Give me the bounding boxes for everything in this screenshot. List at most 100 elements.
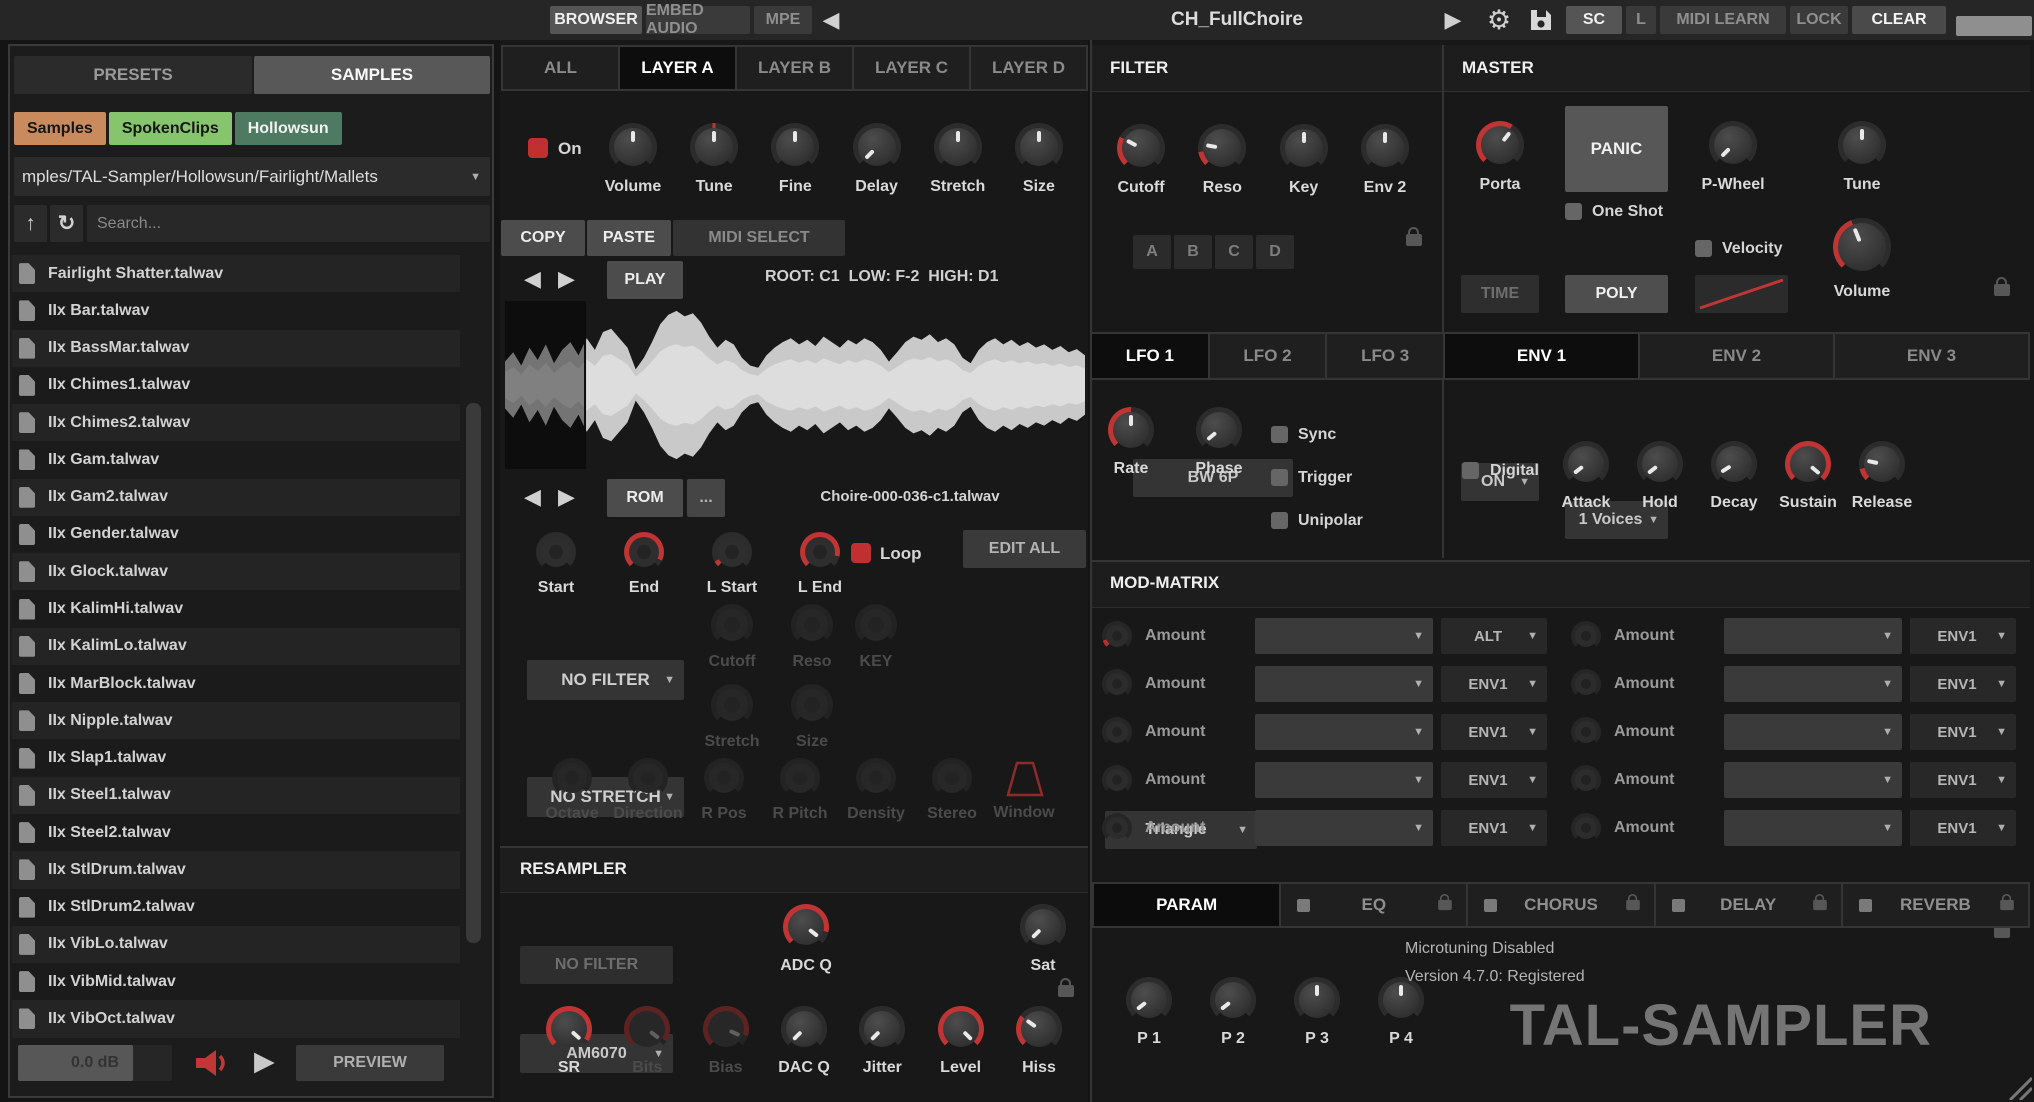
speaker-icon[interactable]	[194, 1048, 230, 1078]
path-dropdown[interactable]: mples/TAL-Sampler/Hollowsun/Fairlight/Ma…	[14, 157, 490, 196]
waveform[interactable]	[505, 300, 1085, 470]
mod-source-dropdown[interactable]: ALT	[1441, 618, 1547, 654]
fx-tab[interactable]: DELAY	[1655, 884, 1843, 926]
save-icon[interactable]	[1528, 8, 1554, 32]
mod-amount-knob[interactable]	[1102, 669, 1132, 699]
mod-source-dropdown[interactable]: ENV1	[1441, 810, 1547, 846]
list-item[interactable]: IIx Nipple.talwav	[12, 702, 460, 740]
fx-enable-checkbox[interactable]	[1484, 898, 1498, 912]
fx-enable-checkbox[interactable]	[1297, 898, 1311, 912]
browse-sample-button[interactable]: ...	[687, 479, 725, 517]
list-item[interactable]: IIx Glock.talwav	[12, 553, 460, 591]
knob-l-end[interactable]: L End	[787, 532, 853, 597]
midi-learn-button[interactable]: MIDI LEARN	[1660, 6, 1786, 34]
mod-amount-knob[interactable]	[1571, 813, 1601, 843]
search-input[interactable]	[87, 205, 490, 242]
lfo-tab[interactable]: LFO 2	[1209, 334, 1328, 378]
mod-destination-dropdown[interactable]	[1724, 618, 1902, 654]
fx-tab[interactable]: PARAM	[1094, 884, 1282, 926]
prev-sample-icon[interactable]	[524, 486, 541, 508]
knob-cutoff[interactable]: Cutoff	[1108, 124, 1174, 197]
knob-phase[interactable]: Phase	[1184, 407, 1254, 478]
knob-p-2[interactable]: P 2	[1203, 977, 1263, 1048]
knob-hiss[interactable]: Hiss	[1009, 1006, 1069, 1077]
trigger-checkbox[interactable]	[1271, 469, 1288, 486]
knob-l-start[interactable]: L Start	[699, 532, 765, 597]
time-button[interactable]: TIME	[1461, 275, 1539, 313]
settings-gear-icon[interactable]	[1482, 5, 1516, 35]
previous-preset-icon[interactable]	[816, 8, 846, 32]
lock-button[interactable]: LOCK	[1790, 6, 1848, 34]
layer-tab[interactable]: LAYER A	[620, 47, 737, 89]
mod-destination-dropdown[interactable]	[1255, 666, 1433, 702]
mod-source-dropdown[interactable]: ENV1	[1910, 810, 2016, 846]
mod-amount-knob[interactable]	[1571, 621, 1601, 651]
knob-env-2[interactable]: Env 2	[1352, 124, 1418, 197]
copy-button[interactable]: COPY	[501, 220, 585, 256]
knob-size[interactable]: Size	[1002, 123, 1076, 196]
loop-checkbox[interactable]	[851, 543, 871, 563]
knob-sat[interactable]: Sat	[1011, 904, 1075, 975]
knob-sustain[interactable]: Sustain	[1775, 441, 1841, 512]
layer-tab[interactable]: ALL	[503, 47, 620, 89]
mod-source-dropdown[interactable]: ENV1	[1910, 714, 2016, 750]
knob-jitter[interactable]: Jitter	[852, 1006, 912, 1077]
layer-on-checkbox[interactable]	[528, 138, 548, 158]
list-item[interactable]: IIx Steel2.talwav	[12, 813, 460, 852]
tag[interactable]: SpokenClips	[108, 112, 232, 145]
knob-fine[interactable]: Fine	[758, 123, 832, 196]
unipolar-checkbox[interactable]	[1271, 512, 1288, 529]
browser-button[interactable]: BROWSER	[550, 6, 642, 34]
knob-sr[interactable]: SR	[539, 1006, 599, 1077]
list-item[interactable]: IIx BassMar.talwav	[12, 329, 460, 367]
knob-adc-q[interactable]: ADC Q	[774, 904, 838, 975]
layer-tab[interactable]: LAYER D	[971, 47, 1086, 89]
lfo-tab[interactable]: LFO 3	[1327, 334, 1444, 378]
resize-handle[interactable]	[2004, 1074, 2032, 1100]
tag[interactable]: Hollowsun	[234, 112, 342, 145]
list-item[interactable]: IIx Slap1.talwav	[12, 739, 460, 777]
sc-button[interactable]: SC	[1566, 6, 1622, 34]
list-item[interactable]: IIx VibLo.talwav	[12, 925, 460, 964]
list-item[interactable]: IIx Gam2.talwav	[12, 478, 460, 516]
knob-decay[interactable]: Decay	[1701, 441, 1767, 512]
list-item[interactable]: IIx VibOct.talwav	[12, 1000, 460, 1038]
knob-attack[interactable]: Attack	[1553, 441, 1619, 512]
knob-hold[interactable]: Hold	[1627, 441, 1693, 512]
resampler-filter-button[interactable]: NO FILTER	[520, 946, 673, 984]
mod-destination-dropdown[interactable]	[1724, 714, 1902, 750]
mod-destination-dropdown[interactable]	[1255, 618, 1433, 654]
list-item[interactable]: IIx StlDrum2.talwav	[12, 888, 460, 926]
edit-all-button[interactable]: EDIT ALL	[963, 530, 1086, 568]
rom-button[interactable]: ROM	[607, 479, 683, 517]
digital-checkbox[interactable]	[1462, 462, 1479, 479]
tag[interactable]: Samples	[14, 112, 106, 145]
prev-sample-zone-icon[interactable]	[524, 268, 541, 290]
knob-tune[interactable]: Tune	[677, 123, 751, 196]
mod-destination-dropdown[interactable]	[1255, 810, 1433, 846]
knob-key[interactable]: Key	[1271, 124, 1337, 197]
mod-source-dropdown[interactable]: ENV1	[1910, 762, 2016, 798]
mod-destination-dropdown[interactable]	[1724, 762, 1902, 798]
knob-start[interactable]: Start	[523, 532, 589, 597]
mod-source-dropdown[interactable]: ENV1	[1441, 762, 1547, 798]
mod-amount-knob[interactable]	[1102, 717, 1132, 747]
tab-samples[interactable]: SAMPLES	[254, 56, 490, 94]
velocity-checkbox[interactable]	[1695, 240, 1712, 257]
sample-filter-dropdown[interactable]: NO FILTER	[527, 660, 684, 700]
list-item[interactable]: IIx MarBlock.talwav	[12, 664, 460, 703]
velocity-curve[interactable]	[1695, 275, 1788, 313]
layer-tab[interactable]: LAYER B	[737, 47, 854, 89]
mpe-button[interactable]: MPE	[754, 6, 812, 34]
list-item[interactable]: IIx KalimLo.talwav	[12, 627, 460, 665]
knob-dac-q[interactable]: DAC Q	[774, 1006, 834, 1077]
fx-tab[interactable]: CHORUS	[1468, 884, 1656, 926]
mod-amount-knob[interactable]	[1571, 717, 1601, 747]
play-button[interactable]: PLAY	[607, 261, 683, 299]
clear-button[interactable]: CLEAR	[1852, 6, 1946, 34]
mod-source-dropdown[interactable]: ENV1	[1441, 666, 1547, 702]
list-item[interactable]: Fairlight Shatter.talwav	[12, 255, 460, 293]
list-item[interactable]: IIx Gender.talwav	[12, 515, 460, 554]
list-item[interactable]: IIx Gam.talwav	[12, 441, 460, 479]
knob-p-4[interactable]: P 4	[1371, 977, 1431, 1048]
